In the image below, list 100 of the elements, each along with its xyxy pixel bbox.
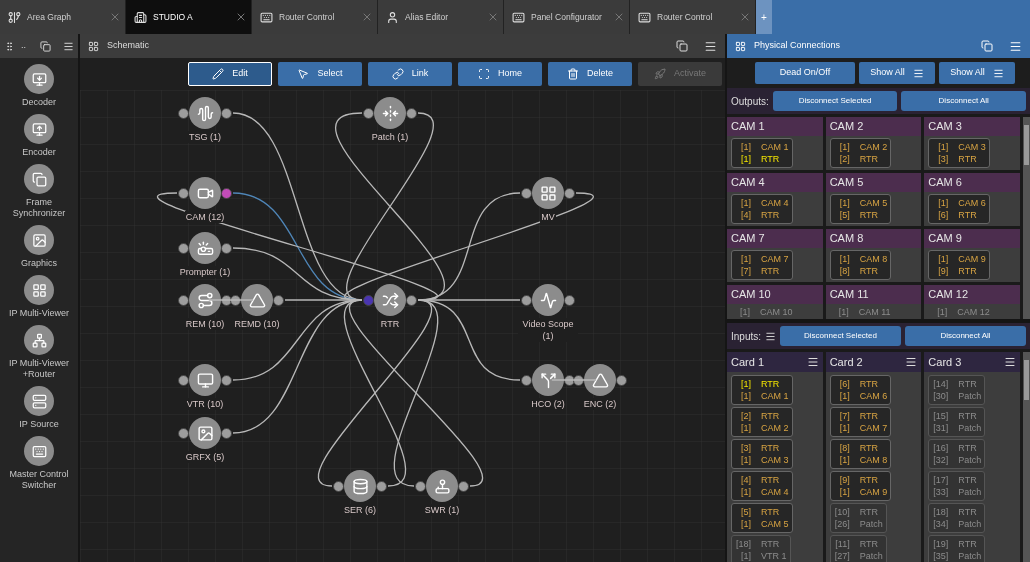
port-box[interactable]: [10] RTR [26] Patch xyxy=(829,503,887,533)
output-card[interactable]: CAM 2 [1] CAM 2 [2] RTR xyxy=(825,117,922,170)
port-box[interactable]: [18] RTR [34] Patch xyxy=(928,503,986,533)
close-icon[interactable] xyxy=(487,11,499,23)
output-card[interactable]: CAM 7 [1] CAM 7 [7] RTR xyxy=(727,229,823,282)
popout-icon[interactable] xyxy=(981,40,993,52)
scrollbar[interactable] xyxy=(1023,117,1030,319)
close-icon[interactable] xyxy=(361,11,373,23)
output-port[interactable] xyxy=(406,107,417,119)
toolbar-button[interactable]: Home xyxy=(458,62,542,86)
component-button[interactable] xyxy=(24,436,54,466)
output-port[interactable] xyxy=(221,187,232,199)
output-port[interactable] xyxy=(221,107,232,119)
port-box[interactable]: [14] RTR [30] Patch xyxy=(928,375,986,405)
component-button[interactable] xyxy=(24,64,54,94)
output-port[interactable] xyxy=(564,187,575,199)
menu-icon[interactable] xyxy=(905,356,918,368)
tab[interactable]: Panel Configurator xyxy=(504,0,630,34)
component-button[interactable] xyxy=(24,164,54,194)
port-box[interactable]: [16] RTR [32] Patch xyxy=(928,439,986,469)
component-button[interactable] xyxy=(24,114,54,144)
port-box[interactable]: [7] RTR [1] CAM 7 xyxy=(829,407,892,437)
input-port[interactable] xyxy=(178,107,189,119)
menu-icon[interactable] xyxy=(704,39,717,53)
output-card[interactable]: CAM 4 [1] CAM 4 [4] RTR xyxy=(727,173,823,226)
input-port[interactable] xyxy=(573,374,584,386)
input-port[interactable] xyxy=(521,294,532,306)
disconnect-button[interactable]: Disconnect All xyxy=(901,91,1026,111)
output-port[interactable] xyxy=(564,294,575,306)
input-port[interactable] xyxy=(178,187,189,199)
port-box[interactable]: [17] RTR [33] Patch xyxy=(928,471,986,501)
input-port[interactable] xyxy=(178,427,189,439)
menu-icon[interactable] xyxy=(1004,356,1016,368)
toolbar-button[interactable]: Edit xyxy=(188,62,272,86)
output-card[interactable]: CAM 12 [1] CAM 12 xyxy=(924,285,1020,319)
port-box[interactable]: [19] RTR [35] Patch xyxy=(928,535,986,562)
output-card[interactable]: CAM 5 [1] CAM 5 [5] RTR xyxy=(825,173,922,226)
tab[interactable]: STUDIO A xyxy=(126,0,252,34)
tab[interactable]: Area Graph xyxy=(0,0,126,34)
output-port[interactable] xyxy=(221,242,232,254)
port-box[interactable]: [2] RTR [1] CAM 2 xyxy=(731,407,793,437)
disconnect-button[interactable]: Disconnect All xyxy=(905,326,1026,346)
input-port[interactable] xyxy=(363,107,374,119)
port-box[interactable]: [5] RTR [1] CAM 5 xyxy=(731,503,793,533)
menu-icon[interactable] xyxy=(1009,39,1022,53)
tab[interactable]: Router Control xyxy=(252,0,378,34)
output-port[interactable] xyxy=(273,294,284,306)
input-port[interactable] xyxy=(521,374,532,386)
input-port[interactable] xyxy=(415,480,426,492)
output-port[interactable] xyxy=(376,480,387,492)
output-card[interactable]: CAM 11 [1] CAM 11 xyxy=(825,285,922,319)
input-port[interactable] xyxy=(178,242,189,254)
input-port[interactable] xyxy=(178,294,189,306)
tab[interactable]: Alias Editor xyxy=(378,0,504,34)
port-box[interactable]: [9] RTR [1] CAM 9 xyxy=(829,471,892,501)
toolbar-button[interactable]: Show All xyxy=(859,62,935,84)
toolbar-button[interactable]: Dead On/Off xyxy=(755,62,855,84)
popout-icon[interactable] xyxy=(40,40,51,52)
port-box[interactable]: [4] RTR [1] CAM 4 xyxy=(731,471,793,501)
tab[interactable]: Router Control xyxy=(630,0,756,34)
output-card[interactable]: CAM 8 [1] CAM 8 [8] RTR xyxy=(825,229,922,282)
port-box[interactable]: [8] RTR [1] CAM 8 xyxy=(829,439,892,469)
port-box[interactable]: [6] RTR [1] CAM 6 xyxy=(829,375,892,405)
close-icon[interactable] xyxy=(235,11,247,23)
output-port[interactable] xyxy=(221,374,232,386)
input-port[interactable] xyxy=(363,294,374,306)
output-port[interactable] xyxy=(406,294,417,306)
input-port[interactable] xyxy=(333,480,344,492)
toolbar-button[interactable]: Show All xyxy=(939,62,1015,84)
port-box[interactable]: [18] RTR [1] VTR 1 xyxy=(731,535,791,562)
input-port[interactable] xyxy=(178,374,189,386)
disconnect-button[interactable]: Disconnect Selected xyxy=(780,326,901,346)
output-card[interactable]: CAM 6 [1] CAM 6 [6] RTR xyxy=(924,173,1020,226)
component-button[interactable] xyxy=(24,386,54,416)
output-port[interactable] xyxy=(458,480,469,492)
menu-icon[interactable] xyxy=(63,40,74,52)
port-box[interactable]: [15] RTR [31] Patch xyxy=(928,407,986,437)
input-port[interactable] xyxy=(230,294,241,306)
menu-icon[interactable] xyxy=(765,330,777,342)
port-box[interactable]: [3] RTR [1] CAM 3 xyxy=(731,439,793,469)
toolbar-button[interactable]: Delete xyxy=(548,62,632,86)
output-card[interactable]: CAM 3 [1] CAM 3 [3] RTR xyxy=(924,117,1020,170)
popout-icon[interactable] xyxy=(676,40,688,52)
component-button[interactable] xyxy=(24,275,54,305)
toolbar-button[interactable]: Select xyxy=(278,62,362,86)
schematic-canvas[interactable]: TSG (1) Patch (1) CAM (12) MV Prompter (1) REM (10) REMD (10) RTR Video Scope (1) VTR (10) HCO (2) ENC (2) GRFX (5) SER (6) SWR (1) xyxy=(80,90,725,562)
scrollbar[interactable] xyxy=(1023,352,1030,562)
output-card[interactable]: CAM 1 [1] CAM 1 [1] RTR xyxy=(727,117,823,170)
output-port[interactable] xyxy=(616,374,627,386)
port-box[interactable]: [11] RTR [27] Patch xyxy=(829,535,887,562)
component-button[interactable] xyxy=(24,225,54,255)
output-port[interactable] xyxy=(221,427,232,439)
close-icon[interactable] xyxy=(739,11,751,23)
component-button[interactable] xyxy=(24,325,54,355)
grip-icon[interactable] xyxy=(4,40,15,52)
port-box[interactable]: [1] RTR [1] CAM 1 xyxy=(731,375,793,405)
disconnect-button[interactable]: Disconnect Selected xyxy=(772,91,898,111)
toolbar-button[interactable]: Link xyxy=(368,62,452,86)
output-card[interactable]: CAM 10 [1] CAM 10 xyxy=(727,285,823,319)
output-card[interactable]: CAM 9 [1] CAM 9 [9] RTR xyxy=(924,229,1020,282)
